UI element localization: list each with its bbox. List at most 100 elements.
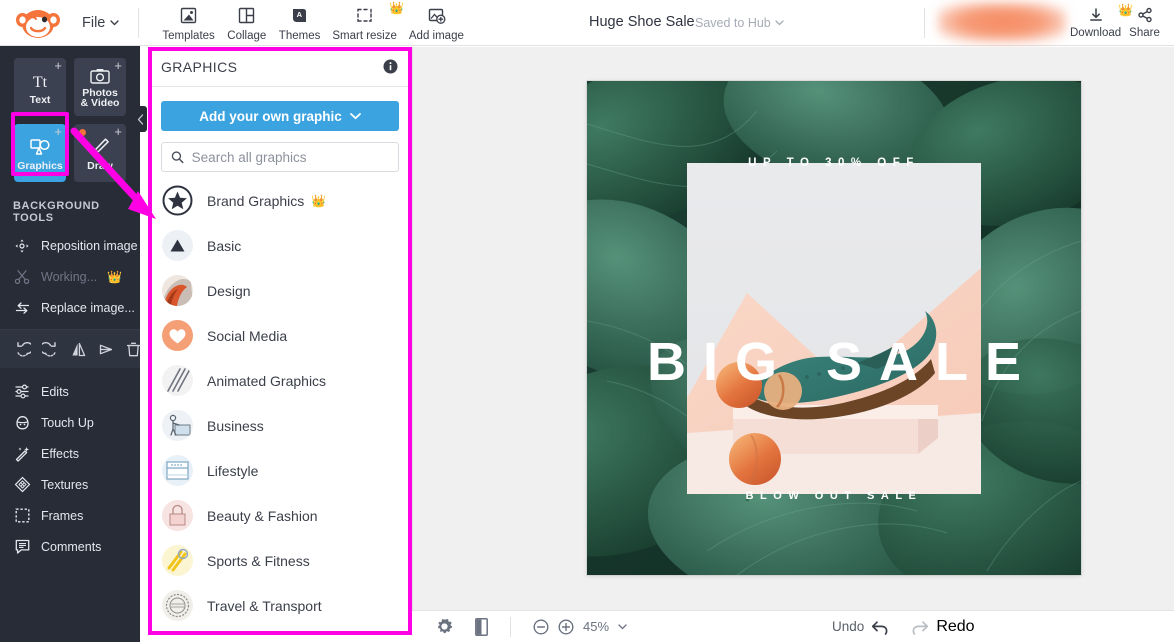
category-label: Beauty & Fashion xyxy=(207,508,318,524)
whistle-icon xyxy=(162,545,193,576)
category-label: Animated Graphics xyxy=(207,373,326,389)
triangle-icon xyxy=(162,230,193,261)
sidebar-item-effects[interactable]: Effects xyxy=(0,438,140,469)
topbar-right-actions: 👑 Download Share xyxy=(1070,5,1160,39)
stripes-icon xyxy=(162,365,193,396)
sidebar-card-graphics[interactable]: + Graphics xyxy=(14,124,66,182)
sidebar-item-label: Reposition image xyxy=(41,239,138,253)
download-label: Download xyxy=(1070,27,1121,39)
category-label: Travel & Transport xyxy=(207,598,322,614)
category-social-media[interactable]: Social Media xyxy=(161,313,399,358)
sidebar-item-replace-image[interactable]: Replace image... xyxy=(0,292,140,323)
download-icon xyxy=(1088,5,1104,25)
bottombar-divider xyxy=(510,617,511,637)
compare-icon[interactable] xyxy=(475,618,488,636)
sidebar-item-edits[interactable]: Edits xyxy=(0,376,140,407)
chevron-down-icon xyxy=(775,20,784,26)
wand-icon xyxy=(13,445,31,462)
canvas-area[interactable]: UP TO 30% OFF BIG SALE BLOW OUT SALE xyxy=(412,47,1174,610)
plus-icon: + xyxy=(54,59,62,72)
sidebar-item-textures[interactable]: Textures xyxy=(0,469,140,500)
sidebar-item-touch-up[interactable]: Touch Up xyxy=(0,407,140,438)
category-business[interactable]: Business xyxy=(161,403,399,448)
sidebar-card-label: Draw xyxy=(87,161,113,172)
plus-icon: + xyxy=(114,125,122,138)
share-button[interactable]: Share xyxy=(1129,5,1160,39)
svg-text:Tt: Tt xyxy=(33,74,48,90)
collapse-panel-button[interactable] xyxy=(134,106,147,132)
document-title[interactable]: Huge Shoe Sale xyxy=(589,14,695,30)
category-label-row: Brand Graphics 👑 xyxy=(207,193,326,209)
sidebar-item-label: Working... xyxy=(41,270,97,284)
collage-icon xyxy=(237,5,256,27)
category-label: Social Media xyxy=(207,328,287,344)
design-canvas[interactable]: UP TO 30% OFF BIG SALE BLOW OUT SALE xyxy=(587,81,1081,575)
tool-label: Collage xyxy=(227,30,266,42)
add-image-icon xyxy=(427,5,446,27)
download-button[interactable]: 👑 Download xyxy=(1070,5,1121,39)
graphics-panel-body: Add your own graphic xyxy=(148,87,412,628)
category-beauty-fashion[interactable]: Beauty & Fashion xyxy=(161,493,399,538)
zoom-level-value[interactable]: 45% xyxy=(583,619,609,634)
saved-status[interactable]: Saved to Hub xyxy=(695,16,784,30)
undo-group[interactable]: Undo xyxy=(832,619,890,635)
chevron-down-icon[interactable] xyxy=(618,624,627,630)
sidebar-card-text[interactable]: + Tt Text xyxy=(14,58,66,116)
draw-icon xyxy=(89,135,111,159)
redo-icon[interactable] xyxy=(42,341,59,358)
category-sports-fitness[interactable]: Sports & Fitness xyxy=(161,538,399,583)
sidebar-item-cutout-working[interactable]: Working... 👑 xyxy=(0,261,140,292)
category-brand-graphics[interactable]: Brand Graphics 👑 xyxy=(161,178,399,223)
info-icon[interactable] xyxy=(383,59,398,74)
category-lifestyle[interactable]: Lifestyle xyxy=(161,448,399,493)
monkey-logo[interactable] xyxy=(14,5,62,41)
trash-icon[interactable] xyxy=(126,341,141,358)
category-basic[interactable]: Basic xyxy=(161,223,399,268)
tool-templates[interactable]: Templates xyxy=(156,3,220,43)
category-animated-graphics[interactable]: Animated Graphics xyxy=(161,358,399,403)
tool-add-image[interactable]: Add image xyxy=(403,3,470,43)
tool-themes[interactable]: A Themes xyxy=(273,3,327,43)
gear-icon[interactable] xyxy=(436,618,453,635)
share-label: Share xyxy=(1129,27,1160,39)
design-text-top[interactable]: UP TO 30% OFF xyxy=(587,157,1081,169)
sidebar-action-row xyxy=(0,330,140,368)
category-label: Business xyxy=(207,418,264,434)
background-tools-title: BACKGROUND TOOLS xyxy=(0,200,140,224)
panel-title: GRAPHICS xyxy=(161,59,237,75)
zoom-in-icon[interactable] xyxy=(558,619,574,635)
category-travel-transport[interactable]: Travel & Transport xyxy=(161,583,399,628)
tool-label: Templates xyxy=(162,30,214,42)
undo-arrow-icon[interactable] xyxy=(871,619,890,635)
undo-icon[interactable] xyxy=(14,341,31,358)
file-menu[interactable]: File xyxy=(82,15,119,31)
sidebar-menu: Edits Touch Up xyxy=(0,368,140,562)
search-graphics-box[interactable] xyxy=(161,142,399,172)
frames-icon xyxy=(13,507,31,524)
search-input[interactable] xyxy=(192,150,389,165)
sidebar-tool-cards: + Tt Text + Photos xyxy=(0,46,140,182)
share-icon xyxy=(1137,5,1153,25)
sidebar-item-label: Comments xyxy=(41,540,101,554)
replace-icon xyxy=(13,300,31,316)
sidebar-item-frames[interactable]: Frames xyxy=(0,500,140,531)
tool-smart-resize[interactable]: 👑 Smart resize xyxy=(326,3,403,43)
textures-icon xyxy=(13,476,31,493)
sidebar-card-photos-video[interactable]: + Photos & Video xyxy=(74,58,126,116)
zoom-out-icon[interactable] xyxy=(533,619,549,635)
add-your-own-graphic-button[interactable]: Add your own graphic xyxy=(161,101,399,131)
sidebar-item-comments[interactable]: Comments xyxy=(0,531,140,562)
top-tools: Templates Collage A The xyxy=(156,3,470,43)
category-design[interactable]: Design xyxy=(161,268,399,313)
sidebar-card-draw[interactable]: + Draw xyxy=(74,124,126,182)
sidebar-item-reposition-image[interactable]: Reposition image xyxy=(0,230,140,261)
comments-icon xyxy=(13,538,31,555)
flip-horizontal-icon[interactable] xyxy=(70,341,87,358)
graphics-icon xyxy=(29,135,51,159)
tool-collage[interactable]: Collage xyxy=(221,3,273,43)
flip-vertical-icon[interactable] xyxy=(98,341,115,358)
templates-icon xyxy=(179,5,198,27)
design-text-bottom[interactable]: BLOW OUT SALE xyxy=(587,490,1081,502)
scissors-icon xyxy=(13,269,31,285)
design-text-main[interactable]: BIG SALE xyxy=(587,331,1081,393)
